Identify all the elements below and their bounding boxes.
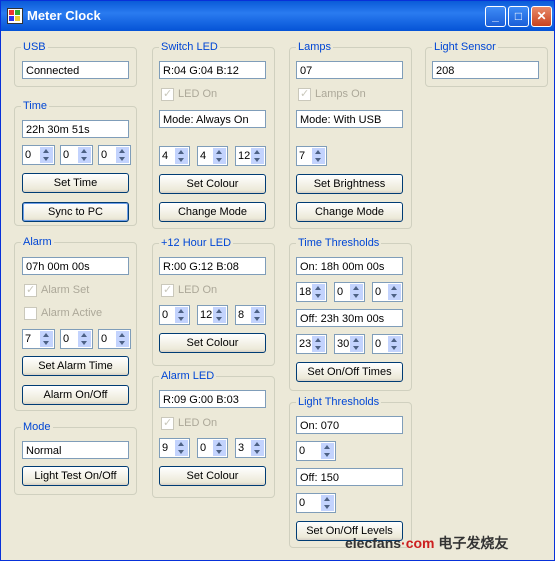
alarm-led-set-colour-button[interactable]: Set Colour	[159, 466, 266, 486]
alarm-group-label: Alarm	[23, 236, 52, 248]
client-area: USB Connected Time 22h 30m 51s 0 0 0 Set…	[4, 31, 551, 557]
light-threshold-off-field[interactable]: Off: 150	[296, 468, 403, 486]
alarm-led-green-spinner[interactable]: 0	[197, 438, 228, 458]
set-alarm-time-button[interactable]: Set Alarm Time	[22, 356, 129, 376]
time-group-label: Time	[23, 100, 48, 112]
lamps-mode-field[interactable]: Mode: With USB	[296, 110, 403, 128]
time-minutes-spinner[interactable]: 0	[60, 145, 93, 165]
time-threshold-off-minutes-spinner[interactable]: 30	[334, 334, 365, 354]
switch-led-rgb-field[interactable]: R:04 G:04 B:12	[159, 61, 266, 79]
time-threshold-on-hours-spinner[interactable]: 18	[296, 282, 327, 302]
hour12-led-rgb-field[interactable]: R:00 G:12 B:08	[159, 257, 266, 275]
switch-led-blue-spinner[interactable]: 12	[235, 146, 266, 166]
switch-led-on-checkbox[interactable]: LED On	[161, 87, 261, 102]
alarm-led-red-spinner[interactable]: 9	[159, 438, 190, 458]
hour12-led-red-spinner[interactable]: 0	[159, 305, 190, 325]
main-window: Meter Clock _ □ ✕ USB Connected Time 22h…	[0, 0, 555, 561]
alarm-led-rgb-field[interactable]: R:09 G:00 B:03	[159, 390, 266, 408]
mode-field[interactable]: Normal	[22, 441, 129, 459]
window-title: Meter Clock	[27, 8, 101, 23]
alarm-hours-spinner[interactable]: 7	[22, 329, 55, 349]
switch-led-group-label: Switch LED	[161, 41, 218, 53]
alarm-set-checkbox[interactable]: Alarm Set	[24, 283, 124, 298]
hour12-led-green-spinner[interactable]: 12	[197, 305, 228, 325]
set-brightness-button[interactable]: Set Brightness	[296, 174, 403, 194]
alarm-led-on-checkbox[interactable]: LED On	[161, 416, 261, 431]
usb-group-label: USB	[23, 41, 46, 53]
title-bar[interactable]: Meter Clock _ □ ✕	[1, 1, 554, 31]
app-icon	[7, 8, 23, 24]
light-threshold-off-spinner[interactable]: 0	[296, 493, 336, 513]
switch-led-red-spinner[interactable]: 4	[159, 146, 190, 166]
light-test-button[interactable]: Light Test On/Off	[22, 466, 129, 486]
elecfans-watermark: elecfans·com 电子发烧友	[345, 535, 509, 551]
hour12-led-blue-spinner[interactable]: 8	[235, 305, 266, 325]
switch-led-mode-field[interactable]: Mode: Always On	[159, 110, 266, 128]
time-threshold-on-minutes-spinner[interactable]: 0	[334, 282, 365, 302]
hour12-led-group-label: +12 Hour LED	[161, 237, 232, 249]
set-time-button[interactable]: Set Time	[22, 173, 129, 193]
time-threshold-off-seconds-spinner[interactable]: 0	[372, 334, 403, 354]
alarm-time-field[interactable]: 07h 00m 00s	[22, 257, 129, 275]
time-threshold-on-seconds-spinner[interactable]: 0	[372, 282, 403, 302]
time-threshold-off-hours-spinner[interactable]: 23	[296, 334, 327, 354]
lamps-value-field[interactable]: 07	[296, 61, 403, 79]
time-threshold-on-field[interactable]: On: 18h 00m 00s	[296, 257, 403, 275]
light-sensor-field[interactable]: 208	[432, 61, 539, 79]
sync-to-pc-button[interactable]: Sync to PC	[22, 202, 129, 222]
alarm-seconds-spinner[interactable]: 0	[98, 329, 131, 349]
close-button[interactable]: ✕	[531, 6, 552, 27]
minimize-button[interactable]: _	[485, 6, 506, 27]
alarm-on-off-button[interactable]: Alarm On/Off	[22, 385, 129, 405]
hour12-led-set-colour-button[interactable]: Set Colour	[159, 333, 266, 353]
switch-led-set-colour-button[interactable]: Set Colour	[159, 174, 266, 194]
switch-led-change-mode-button[interactable]: Change Mode	[159, 202, 266, 222]
alarm-led-blue-spinner[interactable]: 3	[235, 438, 266, 458]
light-thresholds-group-label: Light Thresholds	[298, 396, 380, 408]
lamps-on-checkbox[interactable]: Lamps On	[298, 87, 398, 102]
time-threshold-off-field[interactable]: Off: 23h 30m 00s	[296, 309, 403, 327]
usb-status-field[interactable]: Connected	[22, 61, 129, 79]
set-on-off-times-button[interactable]: Set On/Off Times	[296, 362, 403, 382]
alarm-active-checkbox[interactable]: Alarm Active	[24, 307, 124, 321]
switch-led-green-spinner[interactable]: 4	[197, 146, 228, 166]
time-seconds-spinner[interactable]: 0	[98, 145, 131, 165]
time-hours-spinner[interactable]: 0	[22, 145, 55, 165]
mode-group-label: Mode	[23, 421, 51, 433]
maximize-button[interactable]: □	[508, 6, 529, 27]
lamps-change-mode-button[interactable]: Change Mode	[296, 202, 403, 222]
light-sensor-group-label: Light Sensor	[434, 41, 496, 53]
time-display-field[interactable]: 22h 30m 51s	[22, 120, 129, 138]
lamps-group-label: Lamps	[298, 41, 332, 53]
hour12-led-on-checkbox[interactable]: LED On	[161, 283, 261, 298]
time-thresholds-group-label: Time Thresholds	[298, 237, 380, 249]
light-threshold-on-field[interactable]: On: 070	[296, 416, 403, 434]
alarm-minutes-spinner[interactable]: 0	[60, 329, 93, 349]
alarm-led-group-label: Alarm LED	[161, 370, 215, 382]
light-threshold-on-spinner[interactable]: 0	[296, 441, 336, 461]
lamps-brightness-spinner[interactable]: 7	[296, 146, 327, 166]
